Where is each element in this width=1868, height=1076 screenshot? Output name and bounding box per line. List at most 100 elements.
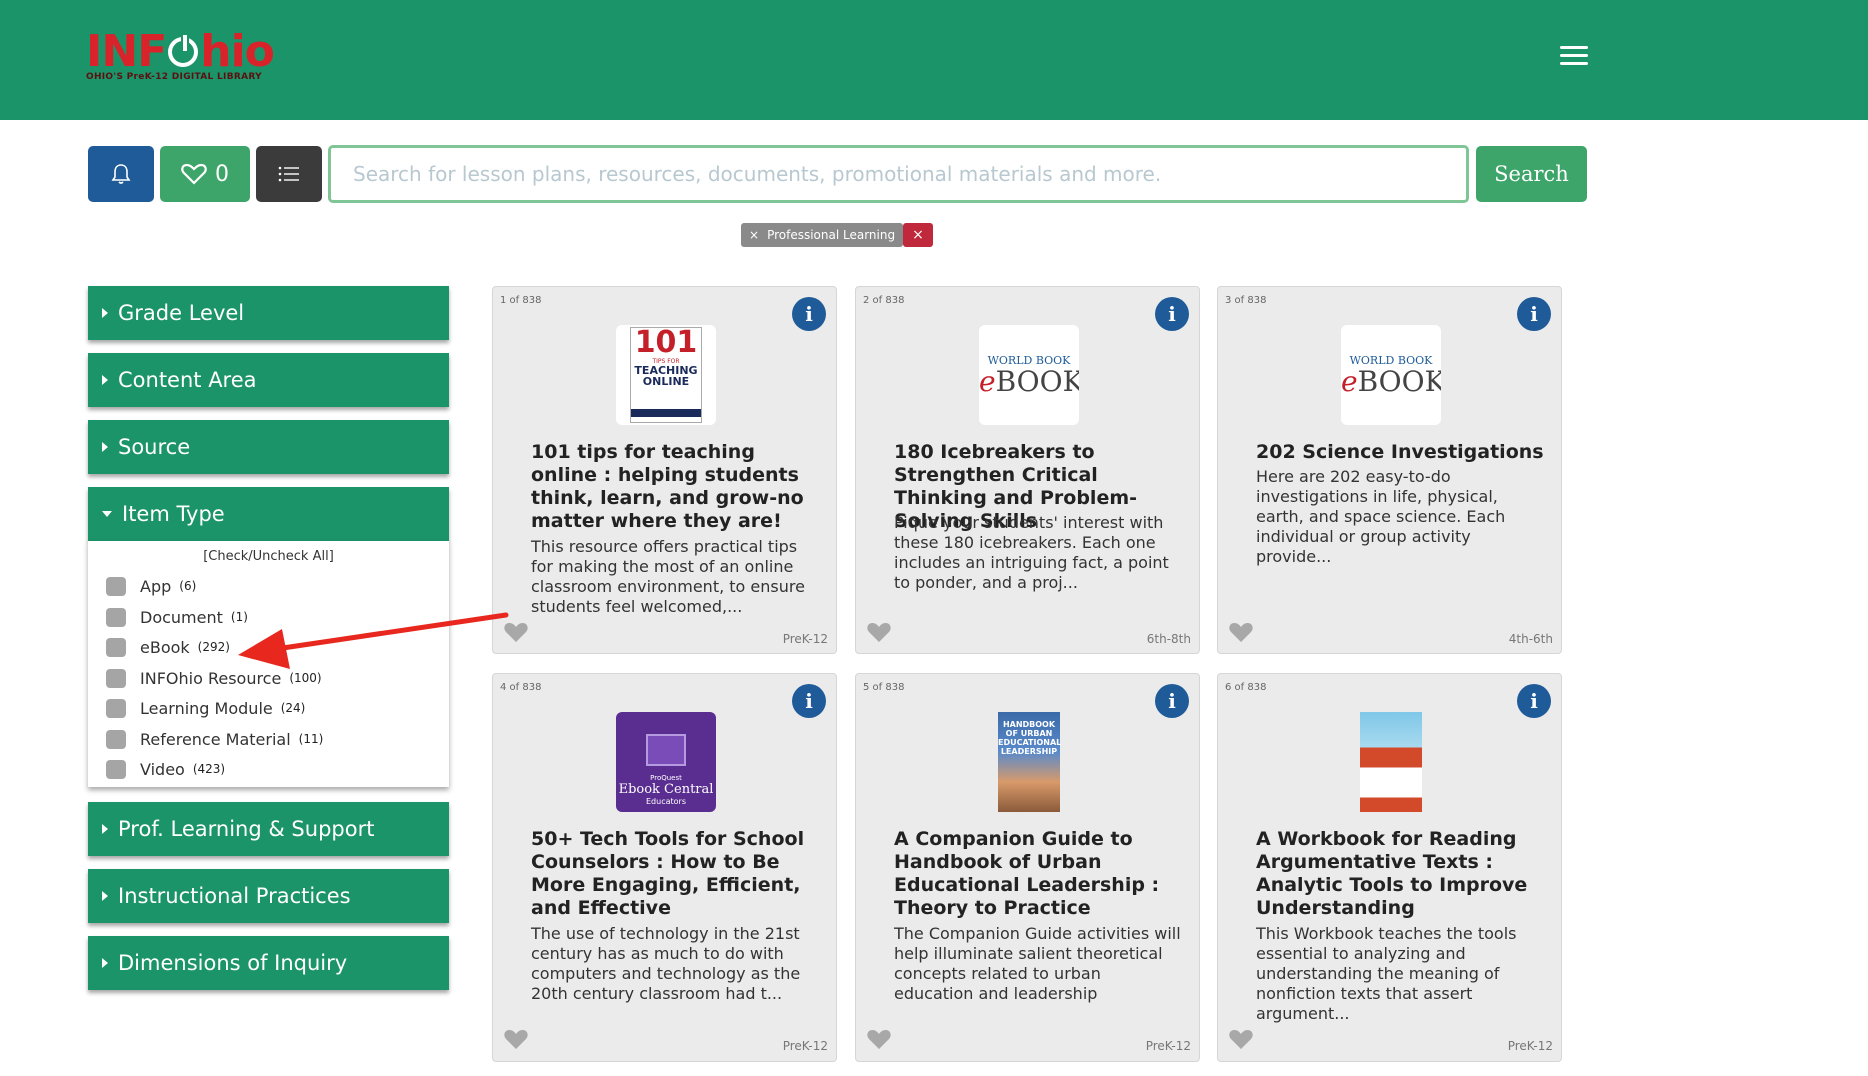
result-title[interactable]: A Companion Guide to Handbook of Urban E… [894,828,1184,920]
active-filter-chip[interactable]: × Professional Learning [741,223,904,247]
info-icon[interactable]: i [1517,684,1551,718]
checkbox[interactable] [106,759,126,779]
result-description: Pique your students' interest with these… [894,513,1169,592]
result-card[interactable]: 6 of 838 i A Workbook for Reading Argume… [1217,673,1562,1062]
option-count: (6) [179,579,197,593]
logo-e: e [979,364,996,398]
item-type-option-video[interactable]: Video (423) [106,758,225,780]
item-type-option-reference-material[interactable]: Reference Material (11) [106,728,323,750]
cover-thumbnail[interactable]: 101 TIPS FOR TEACHING ONLINE [616,325,716,425]
result-description: The Companion Guide activities will help… [894,924,1181,1003]
info-icon[interactable]: i [1155,684,1189,718]
cover-big-text: 101 [634,325,698,360]
facet-instructional-practices[interactable]: Instructional Practices [88,869,449,923]
heart-icon[interactable] [866,1027,892,1051]
list-icon [278,166,299,182]
result-title[interactable]: 50+ Tech Tools for School Counselors : H… [531,828,821,920]
cover-line-3: Educators [646,797,686,806]
hamburger-line [1560,54,1588,57]
facet-item-type[interactable]: Item Type [88,487,449,541]
workbook-cover [1360,712,1422,812]
grade-range: PreK-12 [782,1039,828,1053]
heart-icon[interactable] [1228,1027,1254,1051]
item-type-option-app[interactable]: App (6) [106,575,196,597]
logo-tagline: OHIO'S PreK-12 DIGITAL LIBRARY [86,72,262,82]
heart-outline-icon [181,163,207,185]
caret-right-icon [102,824,108,834]
logo-wordmark: INF hio [86,28,286,76]
book-cover-101-tips: 101 TIPS FOR TEACHING ONLINE [630,327,702,423]
result-card[interactable]: 2 of 838 i WORLD BOOK eBOOK 180 Icebreak… [855,286,1200,654]
heart-icon[interactable] [866,620,892,644]
cover-thumbnail[interactable]: HANDBOOK OF URBAN EDUCATIONAL LEADERSHIP [979,712,1079,812]
option-label: App [140,576,172,596]
world-book-ebook-logo: WORLD BOOK eBOOK [1341,354,1441,397]
result-description: The use of technology in the 21st centur… [531,924,801,1003]
heart-icon[interactable] [1228,620,1254,644]
search-button[interactable]: Search [1476,146,1587,202]
favorites-button[interactable]: 0 [160,146,250,202]
option-count: (423) [192,762,226,776]
logo-text-left: INF [86,26,167,77]
info-icon[interactable]: i [792,684,826,718]
result-card[interactable]: 1 of 838 i 101 TIPS FOR TEACHING ONLINE … [492,286,837,654]
remove-filter-icon[interactable]: × [749,228,759,242]
result-position: 6 of 838 [1225,682,1267,693]
cover-bar [631,409,701,417]
search-input[interactable] [328,145,1469,203]
grade-range: PreK-12 [1145,1039,1191,1053]
checkbox[interactable] [106,637,126,657]
facet-source[interactable]: Source [88,420,449,474]
logo-e: e [1341,364,1358,398]
result-card[interactable]: 4 of 838 i ProQuest Ebook Central Educat… [492,673,837,1062]
heart-icon[interactable] [503,1027,529,1051]
facet-label: Item Type [122,502,225,526]
hamburger-line [1560,46,1588,49]
facet-content-area[interactable]: Content Area [88,353,449,407]
result-title[interactable]: A Workbook for Reading Argumentative Tex… [1256,828,1546,920]
caret-right-icon [102,891,108,901]
checkbox[interactable] [106,668,126,688]
facet-dimensions-of-inquiry[interactable]: Dimensions of Inquiry [88,936,449,990]
checkbox[interactable] [106,607,126,627]
list-view-button[interactable] [256,146,322,202]
option-label: Video [140,759,185,779]
hamburger-menu-icon[interactable] [1560,46,1588,66]
check-uncheck-all-link[interactable]: [Check/Uncheck All] [88,549,449,564]
option-label: Learning Module [140,698,273,718]
item-type-option-learning-module[interactable]: Learning Module (24) [106,697,305,719]
power-icon [168,33,199,67]
result-title[interactable]: 101 tips for teaching online : helping s… [531,441,821,533]
info-icon[interactable]: i [1155,297,1189,331]
info-icon[interactable]: i [1517,297,1551,331]
grade-range: 6th-8th [1146,632,1191,646]
result-card[interactable]: 3 of 838 i WORLD BOOK eBOOK 202 Science … [1217,286,1562,654]
facet-label: Instructional Practices [118,884,351,908]
cover-thumbnail[interactable] [1341,712,1441,812]
facet-label: Grade Level [118,301,245,325]
checkbox[interactable] [106,729,126,749]
facet-label: Prof. Learning & Support [118,817,375,841]
cover-thumbnail[interactable]: WORLD BOOK eBOOK [1341,325,1441,425]
checkbox[interactable] [106,698,126,718]
infohio-logo[interactable]: INF hio OHIO'S PreK-12 DIGITAL LIBRARY [86,28,286,88]
item-type-option-document[interactable]: Document (1) [106,606,248,628]
option-label: eBook [140,637,190,657]
result-position: 1 of 838 [500,295,542,306]
facet-prof-learning-support[interactable]: Prof. Learning & Support [88,802,449,856]
cover-thumbnail[interactable]: WORLD BOOK eBOOK [979,325,1079,425]
checkbox[interactable] [106,576,126,596]
result-description: Here are 202 easy-to-do investigations i… [1256,467,1506,566]
result-card[interactable]: 5 of 838 i HANDBOOK OF URBAN EDUCATIONAL… [855,673,1200,1062]
facet-label: Source [118,435,191,459]
facet-label: Dimensions of Inquiry [118,951,348,975]
notifications-button[interactable] [88,146,154,202]
info-icon[interactable]: i [792,297,826,331]
item-type-option-ebook[interactable]: eBook (292) [106,636,230,658]
cover-thumbnail[interactable]: ProQuest Ebook Central Educators [616,712,716,812]
bell-icon [111,164,131,184]
clear-filters-button[interactable]: × [903,223,933,247]
facet-grade-level[interactable]: Grade Level [88,286,449,340]
logo-text-right: hio [200,26,275,77]
result-title[interactable]: 202 Science Investigations [1256,441,1546,464]
